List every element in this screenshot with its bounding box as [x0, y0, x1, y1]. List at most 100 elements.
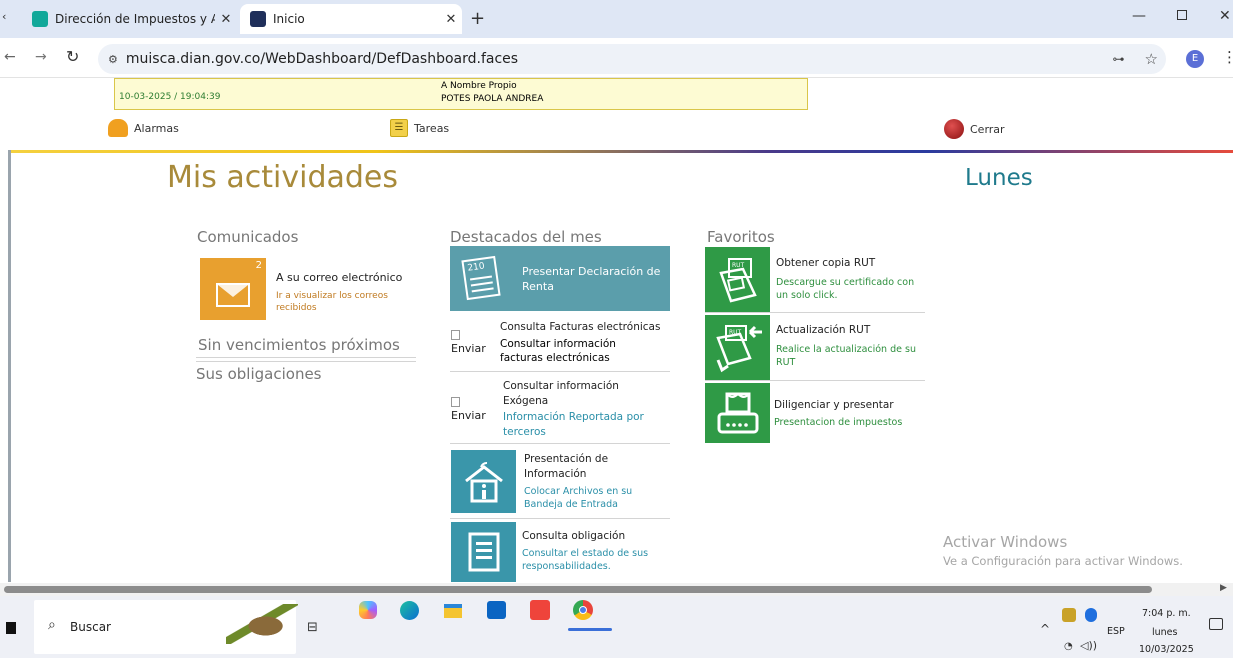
outlook-icon[interactable] [487, 601, 506, 619]
close-tab-icon[interactable]: ✕ [215, 12, 237, 27]
tareas-link[interactable]: ☰ Tareas [390, 119, 449, 137]
anydesk-icon[interactable] [530, 600, 550, 620]
favoritos-divider-2 [705, 380, 925, 381]
vpn-shield-icon[interactable] [1062, 608, 1076, 622]
start-icon[interactable] [6, 622, 16, 634]
name-label: A Nombre Propio [441, 81, 517, 91]
renta-label: Presentar Declaración de Renta [522, 265, 661, 293]
actualizacion-rut-title[interactable]: Actualización RUT [776, 324, 870, 336]
url-text[interactable]: muisca.dian.gov.co/WebDashboard/DefDashb… [126, 51, 518, 67]
house-info-icon [464, 461, 503, 502]
tax-form-icon: 210 [461, 255, 501, 301]
search-icon: ⌕ [48, 617, 56, 633]
clock-time[interactable]: 7:04 p. m. [1142, 608, 1191, 619]
facturas-broken-image[interactable]: Enviar [451, 330, 491, 360]
restore-icon[interactable] [1177, 10, 1187, 20]
taskbar-search-placeholder: Buscar [70, 620, 111, 634]
back-icon[interactable]: ← [4, 49, 16, 65]
volume-icon[interactable]: ◁)) [1080, 639, 1097, 652]
task-view-icon[interactable]: ⊟ [307, 620, 318, 635]
destacados-divider-2 [450, 443, 670, 444]
email-tile[interactable]: 2 [200, 258, 266, 320]
input-language[interactable]: ESP [1107, 626, 1125, 637]
tab-dian[interactable]: Dirección de Impuestos y Adua ✕ [22, 4, 237, 34]
tab-inicio[interactable]: Inicio ✕ [240, 4, 462, 34]
consulta-obligacion-tile[interactable] [451, 522, 516, 582]
file-explorer-icon[interactable] [444, 604, 462, 618]
network-icon[interactable]: ◔ [1064, 641, 1073, 652]
copilot-icon[interactable] [359, 601, 377, 619]
rut-document-icon: RUT [718, 257, 757, 302]
bookmark-star-icon[interactable]: ☆ [1145, 50, 1158, 68]
form-number: 210 [466, 261, 486, 274]
alarmas-label: Alarmas [134, 121, 179, 135]
forward-icon[interactable]: → [35, 49, 47, 65]
cerrar-link[interactable]: Cerrar [944, 119, 1005, 139]
comunicados-title: Comunicados [197, 228, 299, 246]
taskbar-search-box[interactable]: ⌕ Buscar [34, 600, 298, 654]
email-item-desc[interactable]: Ir a visualizar los correos recibidos [276, 290, 416, 314]
horizontal-scrollbar[interactable]: ▶ [0, 583, 1233, 596]
tab-scroll-left-icon[interactable]: ‹ [2, 10, 6, 23]
diligenciar-title[interactable]: Diligenciar y presentar [774, 399, 894, 411]
copia-rut-desc[interactable]: Descargue su certificado con un solo cli… [776, 276, 926, 302]
site-settings-icon[interactable]: ⚙ [108, 53, 118, 66]
bluetooth-icon[interactable] [1085, 608, 1097, 622]
destacados-divider-1 [450, 371, 670, 372]
exogena-desc[interactable]: Información Reportada por terceros [503, 410, 663, 440]
rut-update-icon: RUT [715, 324, 762, 372]
email-item-title[interactable]: A su correo electrónico [276, 271, 402, 284]
copia-rut-tile[interactable]: RUT [705, 247, 770, 312]
show-hidden-icons[interactable]: ^ [1040, 622, 1050, 636]
diligenciar-tile[interactable] [705, 383, 770, 443]
alarmas-link[interactable]: Alarmas [108, 119, 179, 137]
close-tab-icon[interactable]: ✕ [440, 12, 462, 27]
actualizacion-rut-tile[interactable]: RUT [705, 315, 770, 380]
scroll-right-icon[interactable]: ▶ [1220, 583, 1227, 593]
browser-tab-strip: ‹ Dirección de Impuestos y Adua ✕ Inicio… [0, 0, 1233, 38]
left-border-bar [8, 150, 11, 582]
consulta-obligacion-title[interactable]: Consulta obligación [522, 530, 625, 542]
presentacion-desc[interactable]: Colocar Archivos en su Bandeja de Entrad… [524, 485, 664, 511]
destacados-divider-3 [450, 518, 670, 519]
session-datetime: 10-03-2025 / 19:04:39 [119, 92, 221, 102]
exogena-title[interactable]: Consultar información Exógena [503, 379, 653, 409]
sloth-widget-icon[interactable] [226, 604, 298, 644]
windows-taskbar: ⌕ Buscar ⊟ ^ ◔ ◁)) ESP 7:04 p. m. lunes … [0, 596, 1233, 658]
inicio-favicon-icon [250, 11, 266, 27]
broken-image-icon [451, 330, 460, 340]
tab-inicio-title: Inicio [273, 12, 305, 26]
browser-menu-icon[interactable]: ⋮ [1222, 48, 1233, 66]
clock-date[interactable]: 10/03/2025 [1139, 644, 1194, 655]
notifications-icon[interactable] [1209, 618, 1223, 630]
address-bar[interactable]: ⚙ muisca.dian.gov.co/WebDashboard/DefDas… [98, 44, 1166, 74]
minimize-icon[interactable]: — [1132, 8, 1146, 24]
document-list-icon [468, 532, 499, 572]
chrome-icon[interactable] [573, 600, 593, 620]
close-window-icon[interactable]: ✕ [1219, 8, 1231, 24]
password-key-icon[interactable]: ⊶ [1113, 52, 1125, 66]
obligaciones-title[interactable]: Sus obligaciones [196, 365, 322, 383]
facturas-image-alt: Enviar [451, 342, 486, 355]
activation-watermark-title: Activar Windows [943, 533, 1068, 551]
profile-avatar[interactable]: E [1186, 50, 1204, 68]
presentacion-title[interactable]: Presentación de Información [524, 452, 664, 482]
new-tab-button[interactable]: + [470, 8, 485, 29]
consulta-obligacion-desc[interactable]: Consultar el estado de sus responsabilid… [522, 547, 672, 573]
day-label: Lunes [965, 165, 1033, 191]
scrollbar-thumb[interactable] [4, 586, 1152, 593]
copia-rut-title[interactable]: Obtener copia RUT [776, 257, 875, 269]
actualizacion-rut-desc[interactable]: Realice la actualización de su RUT [776, 343, 926, 369]
clock-weekday[interactable]: lunes [1152, 627, 1177, 638]
facturas-desc[interactable]: Consultar información facturas electróni… [500, 337, 650, 365]
presentacion-tile[interactable] [451, 450, 516, 513]
diligenciar-desc[interactable]: Presentacion de impuestos [774, 417, 902, 428]
facturas-title[interactable]: Consulta Facturas electrónicas [500, 321, 660, 333]
chrome-active-indicator [568, 628, 612, 631]
reload-icon[interactable]: ↻ [66, 47, 79, 66]
user-info-banner: 10-03-2025 / 19:04:39 A Nombre Propio PO… [114, 78, 808, 110]
edge-icon[interactable] [400, 601, 419, 620]
cerrar-label: Cerrar [970, 122, 1005, 136]
exogena-broken-image[interactable]: Enviar [451, 397, 491, 427]
renta-tile[interactable]: 210 Presentar Declaración de Renta [450, 246, 670, 311]
